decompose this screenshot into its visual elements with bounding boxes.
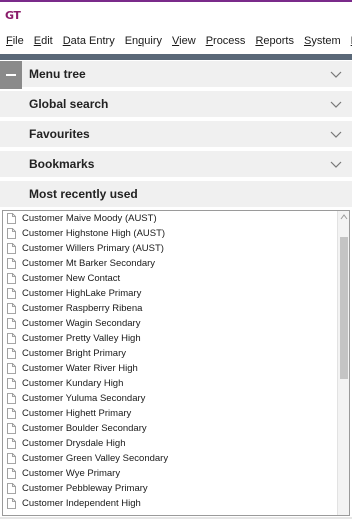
document-icon	[7, 378, 16, 389]
accordion-bookmarks[interactable]: Bookmarks	[0, 151, 352, 179]
accordion-label: Favourites	[29, 127, 90, 141]
list-item[interactable]: Customer Green Valley Secondary	[3, 451, 336, 466]
mru-list-panel: Customer Maive Moody (AUST) Customer High…	[2, 210, 350, 516]
list-item-label: Customer Boulder Secondary	[22, 423, 147, 434]
list-item[interactable]: Customer Willers Primary (AUST)	[3, 241, 336, 256]
accordion-label: Global search	[29, 97, 109, 111]
list-item-label: Customer New Contact	[22, 273, 121, 284]
document-icon	[7, 273, 16, 284]
list-item[interactable]: Customer Highett Primary	[3, 406, 336, 421]
mru-list: Customer Maive Moody (AUST) Customer High…	[3, 211, 336, 511]
document-icon	[7, 303, 16, 314]
list-item-label: Customer Mt Barker Secondary	[22, 258, 156, 269]
accordion-label: Bookmarks	[29, 157, 95, 171]
document-icon	[7, 423, 16, 434]
accordion-global-search[interactable]: Global search	[0, 91, 352, 119]
list-item[interactable]: Customer Wye Primary	[3, 466, 336, 481]
document-icon	[7, 393, 16, 404]
list-item-label: Customer Pretty Valley High	[22, 333, 141, 344]
document-icon	[7, 258, 16, 269]
menu-edit[interactable]: Edit	[31, 35, 56, 47]
list-item[interactable]: Customer Maive Moody (AUST)	[3, 211, 336, 226]
document-icon	[7, 363, 16, 374]
list-item-label: Customer Willers Primary (AUST)	[22, 243, 164, 254]
document-icon	[7, 408, 16, 419]
list-item-label: Customer Highstone High (AUST)	[22, 228, 166, 239]
list-item[interactable]: Customer Yuluma Secondary	[3, 391, 336, 406]
menu-process[interactable]: Process	[203, 35, 249, 47]
list-item[interactable]: Customer Mt Barker Secondary	[3, 256, 336, 271]
document-icon	[7, 348, 16, 359]
menu-hr[interactable]: HR	[348, 35, 352, 47]
document-icon	[7, 333, 16, 344]
list-item[interactable]: Customer Drysdale High	[3, 436, 336, 451]
list-item[interactable]: Customer Raspberry Ribena	[3, 301, 336, 316]
document-icon	[7, 213, 16, 224]
menubar-divider	[0, 54, 352, 60]
list-item[interactable]: Customer Pebbleway Primary	[3, 481, 336, 496]
list-item-label: Customer Highett Primary	[22, 408, 132, 419]
list-item-label: Customer Maive Moody (AUST)	[22, 213, 157, 224]
list-item-label: Customer Bright Primary	[22, 348, 126, 359]
document-icon	[7, 483, 16, 494]
list-item[interactable]: Customer New Contact	[3, 271, 336, 286]
list-item[interactable]: Customer HighLake Primary	[3, 286, 336, 301]
chevron-down-icon[interactable]	[330, 128, 342, 140]
list-item-label: Customer Wagin Secondary	[22, 318, 141, 329]
document-icon	[7, 498, 16, 509]
accordion-favourites[interactable]: Favourites	[0, 121, 352, 149]
accordion-most-recently-used[interactable]: Most recently used	[0, 181, 352, 209]
title-bar: GT	[0, 2, 352, 28]
list-item[interactable]: Customer Highstone High (AUST)	[3, 226, 336, 241]
chevron-down-icon[interactable]	[330, 98, 342, 110]
list-item-label: Customer Wye Primary	[22, 468, 121, 479]
list-item-label: Customer Water River High	[22, 363, 138, 374]
list-item-label: Customer Independent High	[22, 498, 141, 509]
document-icon	[7, 468, 16, 479]
app-logo: GT	[5, 8, 21, 22]
vertical-scrollbar[interactable]	[337, 211, 349, 515]
list-item-label: Customer Yuluma Secondary	[22, 393, 146, 404]
list-item-label: Customer Raspberry Ribena	[22, 303, 143, 314]
document-icon	[7, 438, 16, 449]
list-item[interactable]: Customer Kundary High	[3, 376, 336, 391]
menu-enquiry[interactable]: Enquiry	[122, 35, 165, 47]
menu-reports[interactable]: Reports	[252, 35, 297, 47]
list-item[interactable]: Customer Bright Primary	[3, 346, 336, 361]
list-item[interactable]: Customer Independent High	[3, 496, 336, 511]
accordion-label: Most recently used	[29, 187, 138, 201]
document-icon	[7, 453, 16, 464]
list-item-label: Customer Drysdale High	[22, 438, 126, 449]
list-item[interactable]: Customer Boulder Secondary	[3, 421, 336, 436]
minus-icon[interactable]	[0, 61, 22, 89]
accordion-menu-tree[interactable]: Menu tree	[0, 61, 352, 89]
list-item[interactable]: Customer Wagin Secondary	[3, 316, 336, 331]
list-item-label: Customer Green Valley Secondary	[22, 453, 169, 464]
list-item-label: Customer HighLake Primary	[22, 288, 142, 299]
list-item-label: Customer Pebbleway Primary	[22, 483, 148, 494]
document-icon	[7, 318, 16, 329]
list-item-label: Customer Kundary High	[22, 378, 124, 389]
chevron-down-icon[interactable]	[330, 68, 342, 80]
scroll-up-arrow-icon[interactable]	[340, 213, 348, 221]
menu-view[interactable]: View	[169, 35, 199, 47]
menu-file[interactable]: File	[3, 35, 27, 47]
menu-data-entry[interactable]: Data Entry	[60, 35, 118, 47]
list-item[interactable]: Customer Pretty Valley High	[3, 331, 336, 346]
list-item[interactable]: Customer Water River High	[3, 361, 336, 376]
accordion-label: Menu tree	[29, 67, 86, 81]
scrollbar-thumb[interactable]	[340, 237, 348, 379]
document-icon	[7, 243, 16, 254]
menu-bar: File Edit Data Entry Enquiry View Proces…	[0, 30, 352, 52]
menu-system[interactable]: System	[301, 35, 344, 47]
document-icon	[7, 228, 16, 239]
document-icon	[7, 288, 16, 299]
chevron-down-icon[interactable]	[330, 158, 342, 170]
